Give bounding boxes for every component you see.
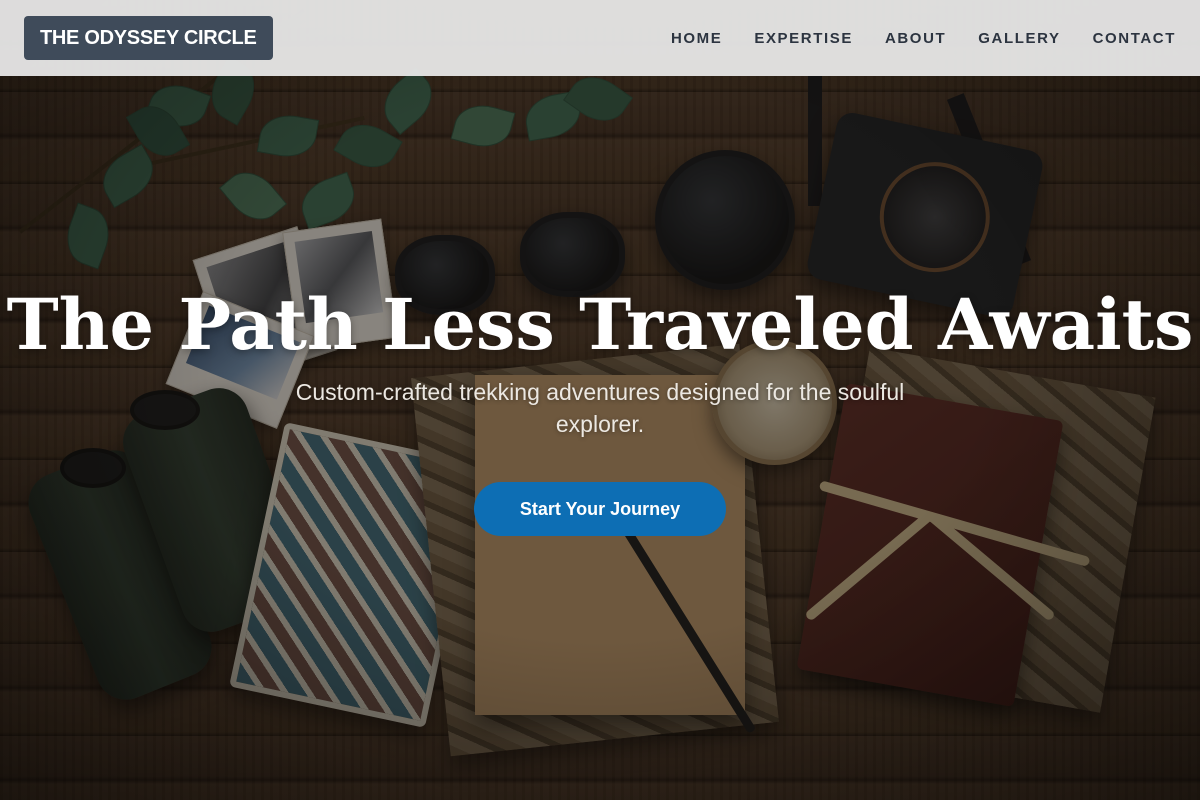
- site-header: THE ODYSSEY CIRCLE HOME EXPERTISE ABOUT …: [0, 0, 1200, 76]
- brand-logo[interactable]: THE ODYSSEY CIRCLE: [24, 16, 273, 60]
- hero-subtitle: Custom-crafted trekking adventures desig…: [295, 379, 905, 437]
- main-nav: HOME EXPERTISE ABOUT GALLERY CONTACT: [639, 30, 1176, 47]
- hero-section: The Path Less Traveled Awaits Custom-cra…: [0, 280, 1200, 536]
- nav-item-expertise[interactable]: EXPERTISE: [754, 30, 853, 47]
- nav-item-home[interactable]: HOME: [671, 30, 722, 47]
- nav-item-contact[interactable]: CONTACT: [1093, 30, 1176, 47]
- nav-item-about[interactable]: ABOUT: [885, 30, 946, 47]
- nav-item-gallery[interactable]: GALLERY: [978, 30, 1060, 47]
- hero-title: The Path Less Traveled Awaits: [6, 283, 1194, 366]
- start-journey-button[interactable]: Start Your Journey: [474, 482, 726, 536]
